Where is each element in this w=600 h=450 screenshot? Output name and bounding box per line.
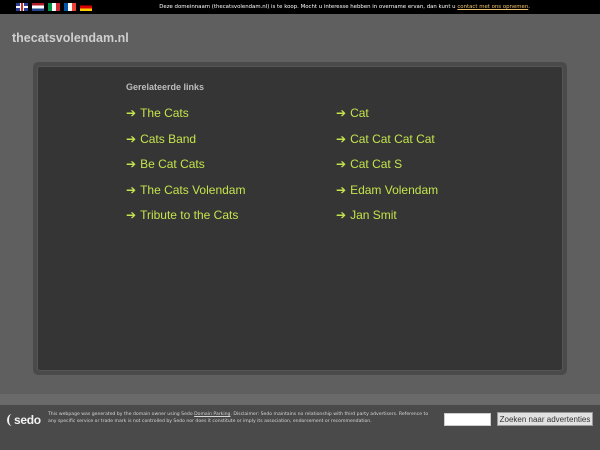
arrow-right-icon: ➔ bbox=[336, 183, 347, 197]
arrow-right-icon: ➔ bbox=[336, 106, 347, 120]
related-link-label: Cat bbox=[350, 106, 369, 120]
arrow-right-icon: ➔ bbox=[336, 132, 347, 146]
related-link[interactable]: ➔ Edam Volendam bbox=[336, 183, 438, 197]
disclaimer: This webpage was generated by the domain… bbox=[48, 411, 438, 425]
related-links-panel: Gerelateerde links ➔ The Cats ➔ Cats Band … bbox=[37, 66, 563, 371]
sedo-logo-text: sedo bbox=[14, 413, 41, 427]
related-link[interactable]: ➔ The Cats Volendam bbox=[126, 183, 245, 197]
sale-message-text: Deze domeinnaam (thecatsvolendam.nl) is … bbox=[159, 4, 458, 10]
related-link-label: Cat Cat Cat Cat bbox=[350, 132, 435, 146]
related-link[interactable]: ➔ Be Cat Cats bbox=[126, 157, 205, 171]
related-link[interactable]: ➔ Cat Cat S bbox=[336, 157, 402, 171]
sale-message: Deze domeinnaam (thecatsvolendam.nl) is … bbox=[0, 3, 530, 11]
arrow-right-icon: ➔ bbox=[336, 157, 347, 171]
related-link-label: Be Cat Cats bbox=[140, 157, 205, 171]
sedo-logo[interactable]: sedo bbox=[5, 410, 43, 436]
search-ads-button[interactable]: Zoeken naar advertenties bbox=[497, 412, 593, 426]
related-link[interactable]: ➔ The Cats bbox=[126, 106, 189, 120]
related-links-heading: Gerelateerde links bbox=[126, 82, 205, 92]
related-link[interactable]: ➔ Cat bbox=[336, 106, 369, 120]
arrow-right-icon: ➔ bbox=[126, 132, 137, 146]
search-input[interactable] bbox=[444, 413, 491, 426]
disclaimer-text: This webpage was generated by the domain… bbox=[48, 412, 195, 417]
arrow-right-icon: ➔ bbox=[126, 106, 137, 120]
arrow-right-icon: ➔ bbox=[126, 157, 137, 171]
related-link-label: Cats Band bbox=[140, 132, 197, 146]
arrow-right-icon: ➔ bbox=[126, 208, 137, 222]
related-link[interactable]: ➔ Tribute to the Cats bbox=[126, 208, 238, 222]
arrow-right-icon: ➔ bbox=[126, 183, 137, 197]
contact-link[interactable]: contact met ons opnemen bbox=[457, 4, 528, 10]
related-link[interactable]: ➔ Cats Band bbox=[126, 132, 196, 146]
domain-parking-link[interactable]: Domain Parking bbox=[194, 412, 230, 417]
related-link-label: Tribute to the Cats bbox=[140, 208, 239, 222]
related-link-label: Jan Smit bbox=[350, 208, 397, 222]
top-bar: Deze domeinnaam (thecatsvolendam.nl) is … bbox=[0, 0, 600, 14]
arrow-right-icon: ➔ bbox=[336, 208, 347, 222]
related-link-label: The Cats Volendam bbox=[140, 183, 246, 197]
sale-message-end: . bbox=[528, 4, 530, 10]
domain-title: thecatsvolendam.nl bbox=[12, 31, 129, 45]
related-link-label: Edam Volendam bbox=[350, 183, 439, 197]
related-link[interactable]: ➔ Cat Cat Cat Cat bbox=[336, 132, 435, 146]
main-panel: Gerelateerde links ➔ The Cats ➔ Cats Band … bbox=[33, 62, 567, 375]
related-link-label: Cat Cat S bbox=[350, 157, 403, 171]
related-link-label: The Cats bbox=[140, 106, 189, 120]
footer: sedo This webpage was generated by the d… bbox=[0, 405, 600, 450]
related-link[interactable]: ➔ Jan Smit bbox=[336, 208, 397, 222]
